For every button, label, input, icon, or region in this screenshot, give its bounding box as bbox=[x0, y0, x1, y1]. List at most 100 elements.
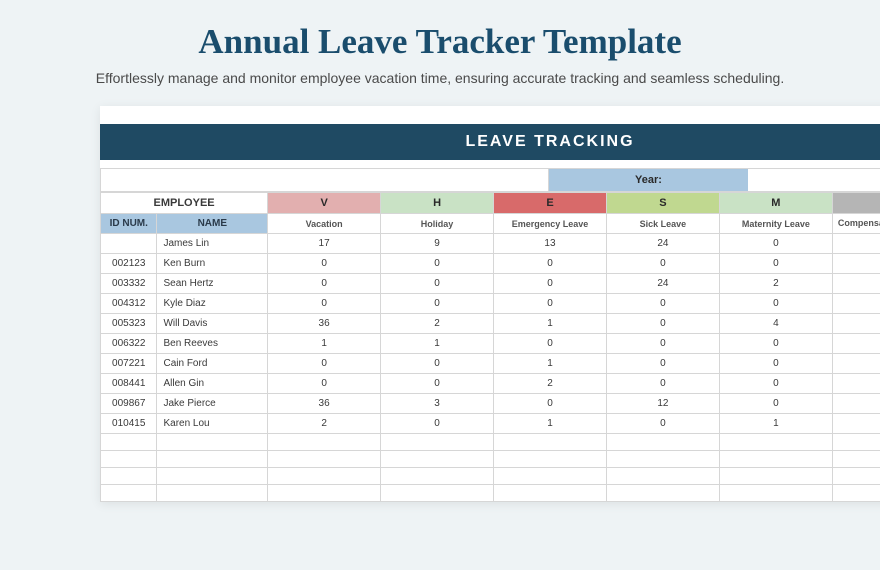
cell-m[interactable]: 0 bbox=[719, 254, 832, 274]
cell-s[interactable]: 12 bbox=[606, 394, 719, 414]
cell-v[interactable]: 17 bbox=[268, 234, 381, 254]
cell-m[interactable]: 0 bbox=[719, 374, 832, 394]
cell-c[interactable]: 2 bbox=[832, 254, 880, 274]
cell-c[interactable]: 0 bbox=[832, 394, 880, 414]
empty-cell[interactable] bbox=[606, 485, 719, 502]
cell-m[interactable]: 0 bbox=[719, 334, 832, 354]
cell-m[interactable]: 0 bbox=[719, 294, 832, 314]
cell-e[interactable]: 1 bbox=[494, 414, 607, 434]
cell-h[interactable]: 1 bbox=[381, 334, 494, 354]
cell-name[interactable]: Cain Ford bbox=[157, 354, 268, 374]
empty-cell[interactable] bbox=[719, 468, 832, 485]
cell-h[interactable]: 0 bbox=[381, 294, 494, 314]
empty-cell[interactable] bbox=[832, 485, 880, 502]
cell-name[interactable]: Sean Hertz bbox=[157, 274, 268, 294]
empty-cell[interactable] bbox=[268, 434, 381, 451]
cell-h[interactable]: 0 bbox=[381, 414, 494, 434]
cell-m[interactable]: 0 bbox=[719, 234, 832, 254]
empty-cell[interactable] bbox=[157, 434, 268, 451]
cell-s[interactable]: 0 bbox=[606, 374, 719, 394]
cell-s[interactable]: 0 bbox=[606, 314, 719, 334]
empty-cell[interactable] bbox=[494, 434, 607, 451]
empty-cell[interactable] bbox=[157, 451, 268, 468]
cell-id[interactable]: 009867 bbox=[101, 394, 157, 414]
cell-id[interactable]: 005323 bbox=[101, 314, 157, 334]
cell-id[interactable]: 003332 bbox=[101, 274, 157, 294]
cell-c[interactable]: 0 bbox=[832, 374, 880, 394]
cell-v[interactable]: 36 bbox=[268, 314, 381, 334]
cell-m[interactable]: 0 bbox=[719, 354, 832, 374]
cell-c[interactable]: 0 bbox=[832, 354, 880, 374]
cell-h[interactable]: 0 bbox=[381, 254, 494, 274]
cell-id[interactable]: 006322 bbox=[101, 334, 157, 354]
empty-cell[interactable] bbox=[719, 485, 832, 502]
cell-m[interactable]: 0 bbox=[719, 394, 832, 414]
cell-id[interactable]: 004312 bbox=[101, 294, 157, 314]
empty-cell[interactable] bbox=[381, 434, 494, 451]
empty-cell[interactable] bbox=[157, 485, 268, 502]
cell-e[interactable]: 0 bbox=[494, 254, 607, 274]
empty-cell[interactable] bbox=[494, 468, 607, 485]
cell-s[interactable]: 0 bbox=[606, 334, 719, 354]
cell-name[interactable]: Will Davis bbox=[157, 314, 268, 334]
empty-cell[interactable] bbox=[719, 434, 832, 451]
cell-name[interactable]: Jake Pierce bbox=[157, 394, 268, 414]
cell-e[interactable]: 0 bbox=[494, 394, 607, 414]
cell-h[interactable]: 3 bbox=[381, 394, 494, 414]
empty-cell[interactable] bbox=[381, 451, 494, 468]
cell-e[interactable]: 2 bbox=[494, 374, 607, 394]
cell-name[interactable]: Ben Reeves bbox=[157, 334, 268, 354]
cell-c[interactable]: 0 bbox=[832, 274, 880, 294]
cell-m[interactable]: 1 bbox=[719, 414, 832, 434]
empty-cell[interactable] bbox=[719, 451, 832, 468]
empty-cell[interactable] bbox=[268, 451, 381, 468]
cell-s[interactable]: 0 bbox=[606, 254, 719, 274]
cell-name[interactable]: Karen Lou bbox=[157, 414, 268, 434]
cell-m[interactable]: 4 bbox=[719, 314, 832, 334]
empty-cell[interactable] bbox=[101, 451, 157, 468]
empty-cell[interactable] bbox=[494, 485, 607, 502]
cell-id[interactable]: 007221 bbox=[101, 354, 157, 374]
empty-cell[interactable] bbox=[101, 485, 157, 502]
empty-cell[interactable] bbox=[268, 468, 381, 485]
cell-name[interactable]: Kyle Diaz bbox=[157, 294, 268, 314]
cell-h[interactable]: 9 bbox=[381, 234, 494, 254]
empty-cell[interactable] bbox=[101, 468, 157, 485]
cell-c[interactable]: 1 bbox=[832, 234, 880, 254]
empty-cell[interactable] bbox=[832, 468, 880, 485]
cell-s[interactable]: 0 bbox=[606, 294, 719, 314]
empty-cell[interactable] bbox=[157, 468, 268, 485]
empty-cell[interactable] bbox=[381, 485, 494, 502]
cell-name[interactable]: Ken Burn bbox=[157, 254, 268, 274]
cell-e[interactable]: 1 bbox=[494, 314, 607, 334]
empty-cell[interactable] bbox=[268, 485, 381, 502]
cell-s[interactable]: 24 bbox=[606, 234, 719, 254]
empty-cell[interactable] bbox=[494, 451, 607, 468]
cell-s[interactable]: 24 bbox=[606, 274, 719, 294]
cell-h[interactable]: 0 bbox=[381, 354, 494, 374]
cell-id[interactable] bbox=[101, 234, 157, 254]
cell-e[interactable]: 0 bbox=[494, 294, 607, 314]
cell-id[interactable]: 010415 bbox=[101, 414, 157, 434]
cell-c[interactable]: 0 bbox=[832, 294, 880, 314]
empty-cell[interactable] bbox=[832, 434, 880, 451]
year-input-cell[interactable] bbox=[749, 169, 880, 191]
cell-c[interactable]: 24 bbox=[832, 334, 880, 354]
cell-m[interactable]: 2 bbox=[719, 274, 832, 294]
cell-c[interactable]: 0 bbox=[832, 414, 880, 434]
cell-e[interactable]: 0 bbox=[494, 274, 607, 294]
cell-v[interactable]: 0 bbox=[268, 374, 381, 394]
empty-cell[interactable] bbox=[101, 434, 157, 451]
empty-cell[interactable] bbox=[606, 451, 719, 468]
cell-h[interactable]: 0 bbox=[381, 274, 494, 294]
cell-name[interactable]: Allen Gin bbox=[157, 374, 268, 394]
empty-cell[interactable] bbox=[381, 468, 494, 485]
cell-v[interactable]: 0 bbox=[268, 294, 381, 314]
empty-cell[interactable] bbox=[606, 434, 719, 451]
empty-cell[interactable] bbox=[832, 451, 880, 468]
cell-c[interactable]: 0 bbox=[832, 314, 880, 334]
cell-id[interactable]: 008441 bbox=[101, 374, 157, 394]
cell-name[interactable]: James Lin bbox=[157, 234, 268, 254]
cell-h[interactable]: 2 bbox=[381, 314, 494, 334]
cell-e[interactable]: 13 bbox=[494, 234, 607, 254]
